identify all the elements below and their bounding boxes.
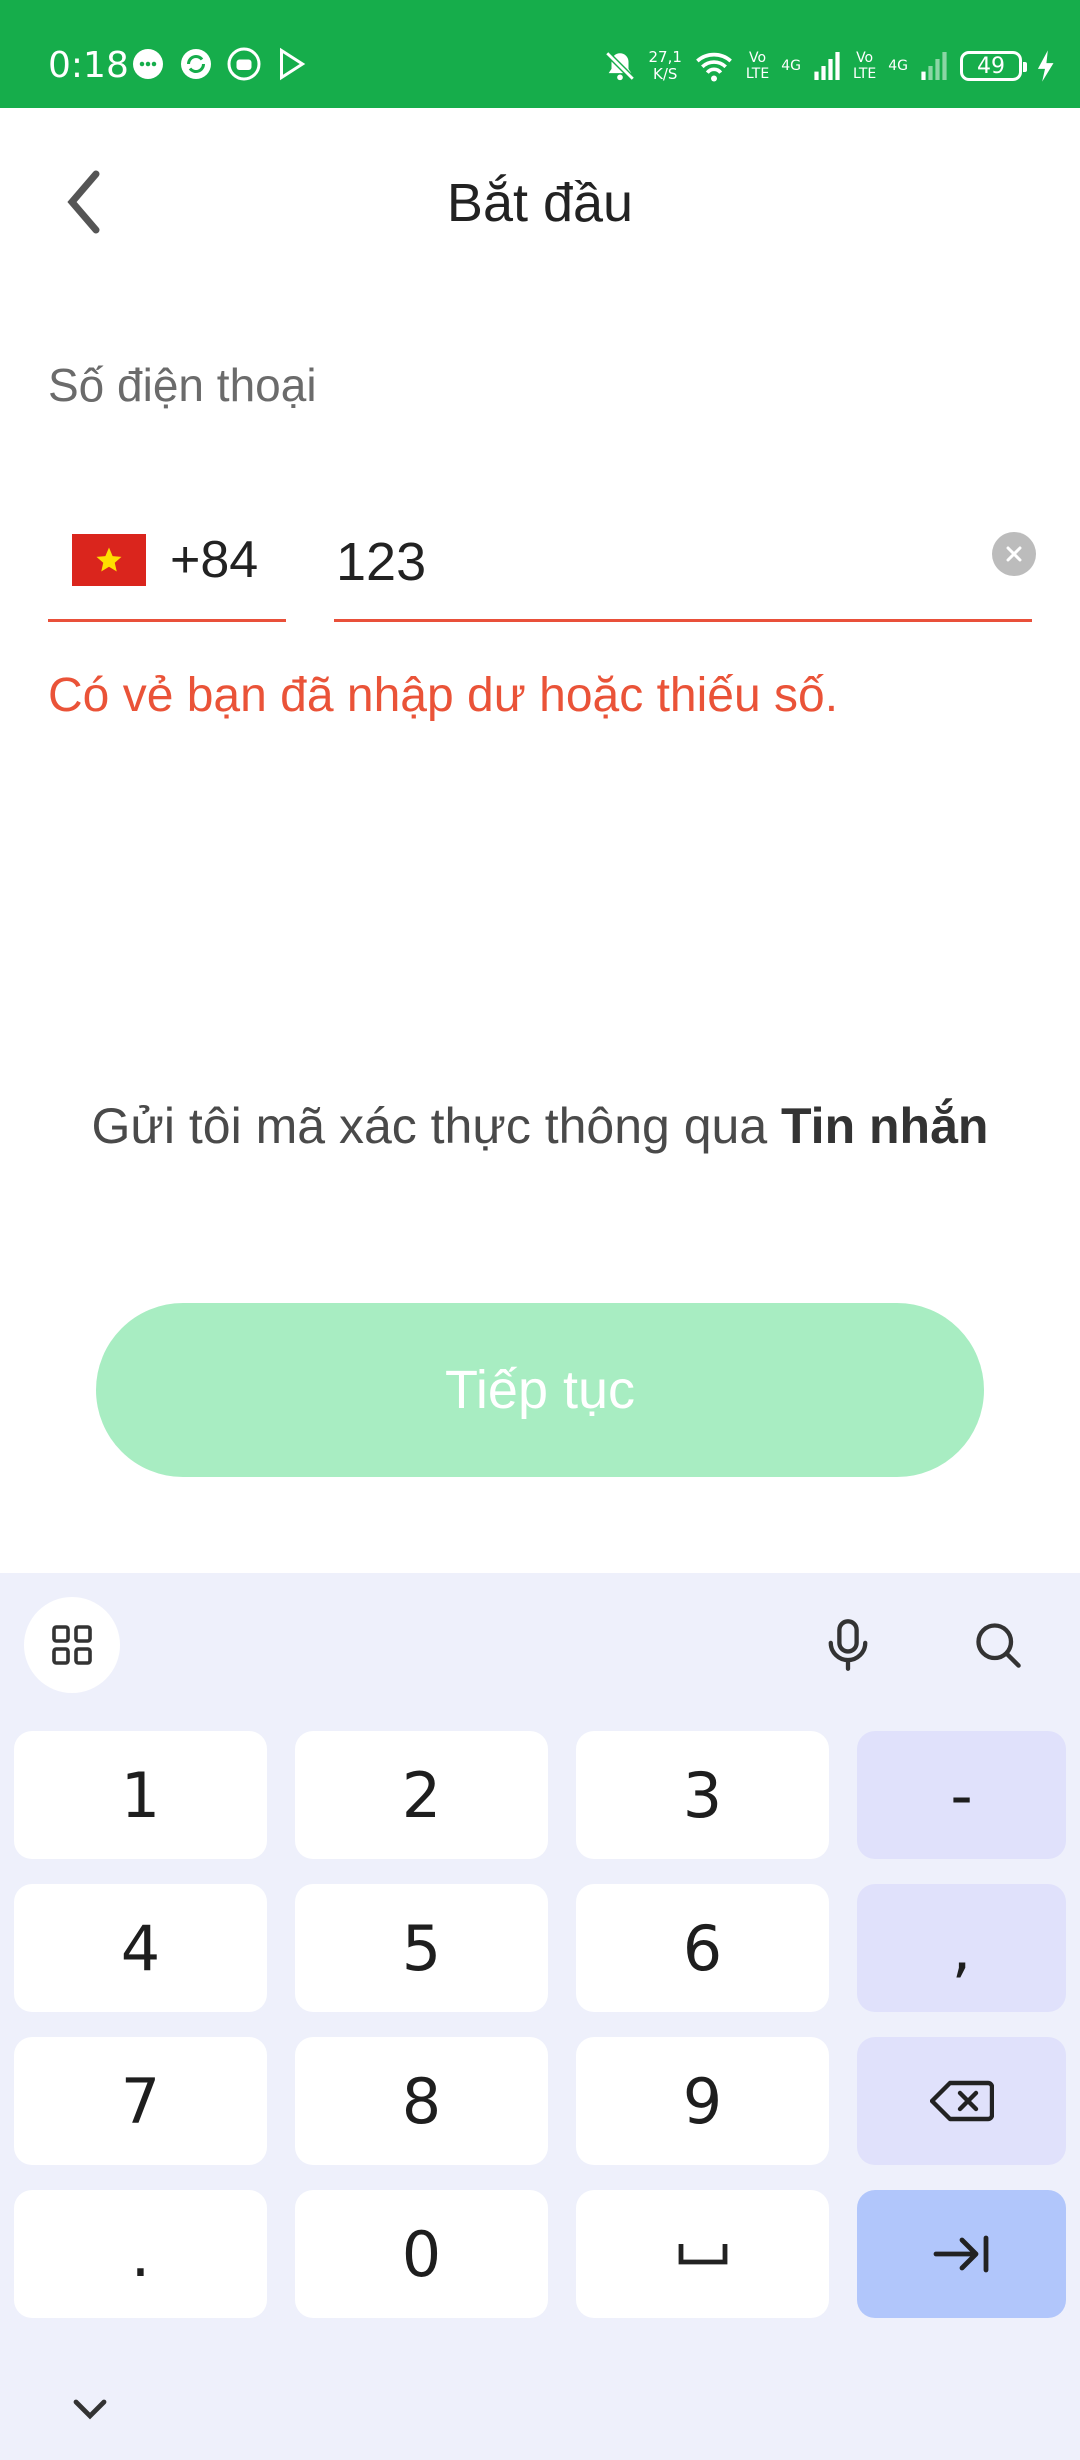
page-title: Bắt đầu [446,173,634,233]
sim1-volte: Vo LTE [746,50,769,82]
microphone-icon [828,1619,868,1671]
vietnam-flag-icon [72,533,146,586]
hide-keyboard-button[interactable] [70,2383,110,2433]
key-5[interactable]: 5 [295,1884,548,2012]
status-indicators: 27,1 K/S Vo LTE 4G Vo LTE 4G 49 [603,40,1057,92]
key-period[interactable]: . [14,2190,267,2318]
sim2-generation: 4G [888,58,908,74]
keyboard-voice-button[interactable] [800,1597,896,1693]
wifi-icon [696,52,732,82]
key-0[interactable]: 0 [295,2190,548,2318]
notification-icons [130,46,310,82]
tab-next-icon [933,2235,988,2273]
bell-off-icon [604,51,635,81]
network-speed: 27,1 K/S [649,49,682,83]
signal-icon [921,52,947,80]
backspace-icon [929,2080,994,2122]
key-9[interactable]: 9 [576,2037,829,2165]
key-2[interactable]: 2 [295,1731,548,1859]
sim2-volte: Vo LTE [853,50,876,82]
sms-note-text: Gửi tôi mã xác thực thông qua [91,1098,782,1154]
continue-button[interactable]: Tiếp tục [96,1303,984,1477]
keyboard-search-button[interactable] [950,1597,1046,1693]
network-speed-unit: K/S [652,65,678,83]
sim2-volte-tech: LTE [852,66,877,82]
sim1-volte-tech: LTE [745,66,770,82]
country-code-selector[interactable]: +84 [48,500,286,622]
sim1-generation: 4G [781,58,801,74]
error-message: Có vẻ bạn đã nhập dư hoặc thiếu số. [48,669,839,722]
key-comma[interactable]: , [857,1884,1066,2012]
chevron-down-icon [73,2399,107,2420]
close-icon [1006,546,1022,562]
battery-icon: 49 [960,51,1027,81]
apps-grid-icon [52,1625,92,1665]
numeric-keyboard: 1 2 3 - 4 5 6 , 7 8 9 . 0 [0,1573,1080,2460]
key-8[interactable]: 8 [295,2037,548,2165]
key-6[interactable]: 6 [576,1884,829,2012]
keyboard-apps-button[interactable] [24,1597,120,1693]
play-store-icon [280,47,306,81]
message-icon [133,49,163,79]
key-minus[interactable]: - [857,1731,1066,1859]
signal-icon [814,52,840,80]
status-time: 0:18 [48,45,129,86]
key-1[interactable]: 1 [14,1731,267,1859]
status-bar: 0:18 27,1 K/S Vo LTE 4G Vo LTE 4G 49 [0,0,1080,108]
sim1-volte-tag: Vo [749,50,767,66]
space-icon [678,2244,727,2265]
clear-input-button[interactable] [992,532,1036,576]
phone-number-value: 123 [336,532,427,592]
sim2-volte-tag: Vo [856,50,874,66]
key-space[interactable] [576,2190,829,2318]
search-icon [976,1623,1021,1668]
network-speed-value: 27,1 [648,48,682,66]
charging-icon [1037,50,1054,82]
key-4[interactable]: 4 [14,1884,267,2012]
key-backspace[interactable] [857,2037,1066,2165]
robot-icon [227,47,261,81]
phone-label: Số điện thoại [48,359,317,411]
key-3[interactable]: 3 [576,1731,829,1859]
key-next[interactable] [857,2190,1066,2318]
phone-number-input[interactable]: 123 [334,500,1036,622]
key-7[interactable]: 7 [14,2037,267,2165]
dial-code: +84 [170,530,259,589]
sms-method-link[interactable]: Tin nhắn [781,1098,988,1154]
app-header: Bắt đầu [0,108,1080,280]
sms-verification-note: Gửi tôi mã xác thực thông qua Tin nhắn [70,1094,1010,1158]
sync-icon [181,49,211,79]
